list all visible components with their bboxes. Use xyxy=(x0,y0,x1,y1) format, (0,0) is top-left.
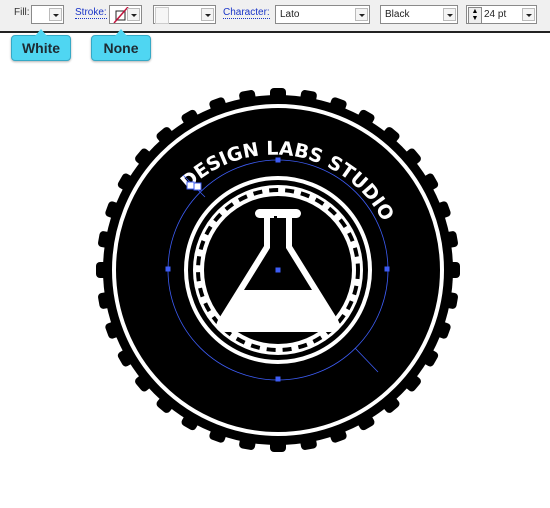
badge-artwork: DESIGN LABS STUDIO xyxy=(96,88,460,452)
